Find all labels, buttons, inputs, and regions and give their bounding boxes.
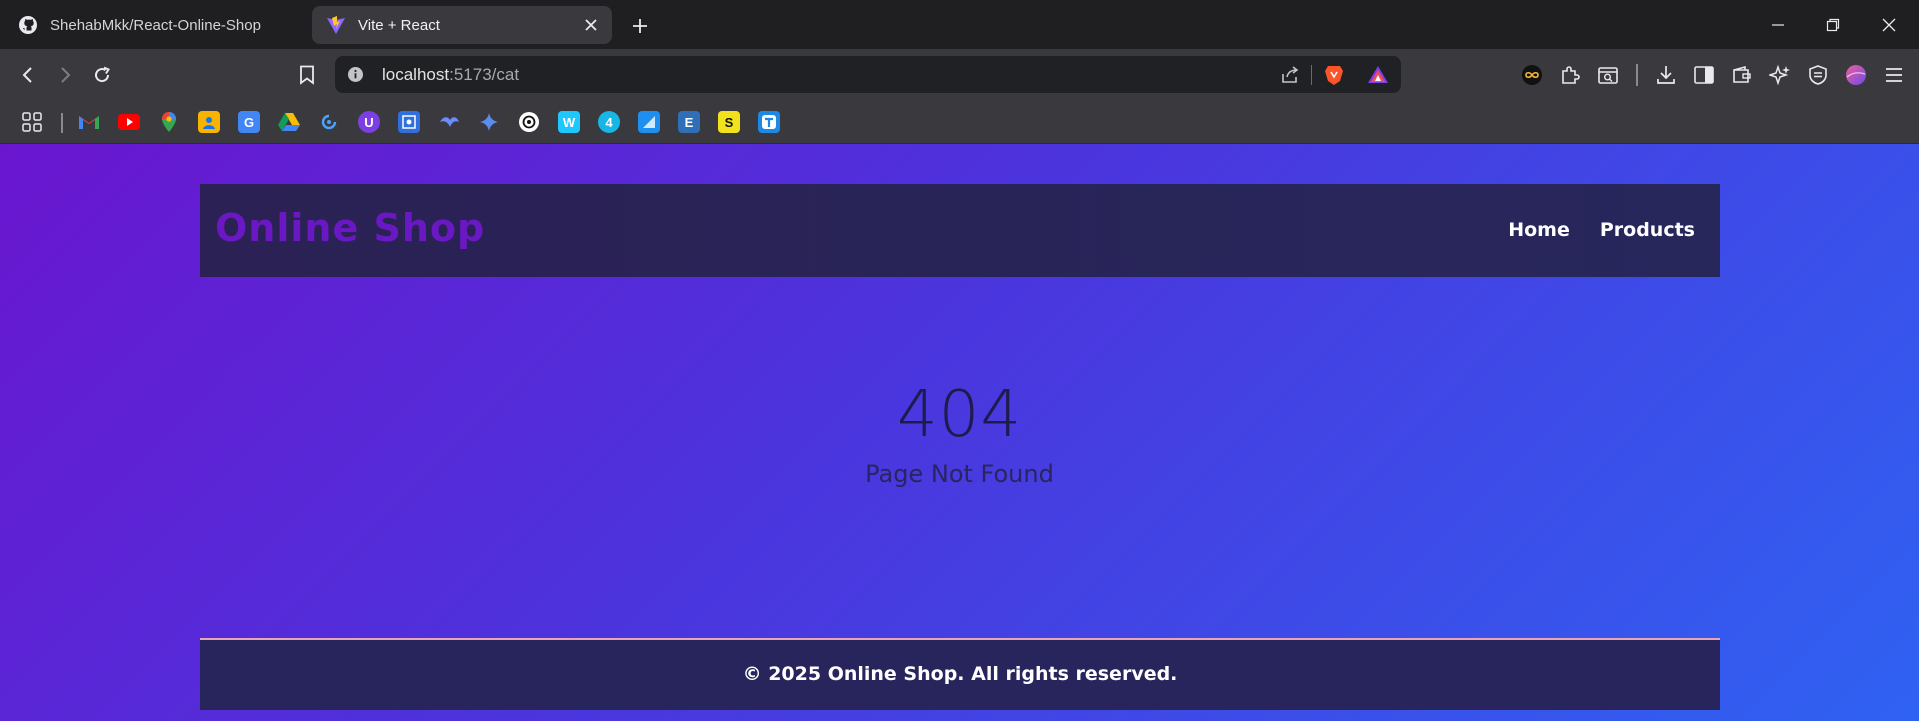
error-code: 404 — [896, 378, 1023, 452]
bookmarks-bar: G U W 4 E S — [0, 101, 1919, 144]
tab-search-icon[interactable] — [1595, 62, 1621, 88]
google-translate-icon[interactable]: G — [238, 111, 260, 133]
omnibox-divider — [1311, 65, 1312, 85]
google-drive-icon[interactable] — [278, 111, 300, 133]
bookmark-t-icon[interactable] — [758, 111, 780, 133]
nav-home-link[interactable]: Home — [1508, 219, 1570, 241]
google-contacts-icon[interactable] — [198, 111, 220, 133]
leo-ai-icon[interactable] — [1767, 62, 1793, 88]
reload-icon[interactable] — [88, 61, 116, 89]
tab-title: Vite + React — [358, 16, 440, 34]
bookmark-icon[interactable] — [293, 61, 321, 89]
site-footer: © 2025 Online Shop. All rights reserved. — [200, 638, 1720, 710]
bookmark-4-icon[interactable]: 4 — [598, 111, 620, 133]
bookmark-w-icon[interactable]: W — [558, 111, 580, 133]
browser-toolbar: localhost:5173/cat — [0, 49, 1919, 101]
bookmark-bluebook-icon[interactable] — [638, 111, 660, 133]
tab-title: ShehabMkk/React-Online-Shop — [50, 16, 261, 34]
error-message: Page Not Found — [865, 460, 1054, 488]
bookmark-s-icon[interactable]: S — [718, 111, 740, 133]
github-icon — [18, 15, 38, 35]
apps-grid-icon[interactable] — [21, 111, 43, 133]
google-maps-icon[interactable] — [158, 111, 180, 133]
site-logo[interactable]: Online Shop — [215, 206, 485, 250]
main-nav: Home Products — [1508, 219, 1695, 241]
url-text: localhost:5173/cat — [382, 65, 519, 85]
udemy-icon[interactable]: U — [358, 111, 380, 133]
sidebar-icon[interactable] — [1691, 62, 1717, 88]
chatgpt-icon[interactable] — [518, 111, 540, 133]
back-icon[interactable] — [14, 61, 42, 89]
menu-icon[interactable] — [1881, 62, 1907, 88]
brave-rewards-icon[interactable] — [1366, 63, 1390, 87]
not-found-section: 404 Page Not Found — [0, 376, 1919, 488]
wallet-icon[interactable] — [1729, 62, 1755, 88]
tab-vite-react[interactable]: Vite + React — [312, 6, 612, 44]
vpn-shield-icon[interactable] — [1805, 62, 1831, 88]
tab-strip: ShehabMkk/React-Online-Shop Vite + React — [0, 0, 1919, 49]
address-bar[interactable]: localhost:5173/cat — [335, 56, 1401, 93]
bookmark-grid-icon[interactable] — [398, 111, 420, 133]
bookmark-bird-icon[interactable] — [438, 111, 460, 133]
extensions-icon[interactable] — [1557, 62, 1583, 88]
new-tab-button[interactable] — [626, 12, 654, 40]
tab-github[interactable]: ShehabMkk/React-Online-Shop — [8, 6, 308, 44]
gemini-icon[interactable] — [478, 111, 500, 133]
bookmark-sync-icon[interactable] — [318, 111, 340, 133]
profile-avatar-icon[interactable] — [1843, 62, 1869, 88]
extension-infinity-icon[interactable] — [1519, 62, 1545, 88]
share-icon[interactable] — [1278, 63, 1302, 87]
brave-shields-icon[interactable] — [1322, 63, 1346, 87]
url-host: localhost — [382, 65, 450, 84]
forward-icon[interactable] — [51, 61, 79, 89]
toolbar-divider — [1636, 64, 1638, 86]
minimize-icon[interactable] — [1763, 10, 1793, 40]
download-icon[interactable] — [1653, 62, 1679, 88]
url-path: :5173/cat — [449, 65, 520, 84]
vite-icon — [326, 15, 346, 35]
nav-products-link[interactable]: Products — [1600, 219, 1695, 241]
bookmark-e-icon[interactable]: E — [678, 111, 700, 133]
site-header: Online Shop Home Products — [200, 184, 1720, 277]
page-viewport: Online Shop Home Products 404 Page Not F… — [0, 144, 1919, 721]
close-window-icon[interactable] — [1874, 10, 1904, 40]
bookmarks-divider — [61, 113, 63, 133]
gmail-icon[interactable] — [78, 111, 100, 133]
youtube-icon[interactable] — [118, 111, 140, 133]
close-tab-icon[interactable] — [580, 14, 602, 36]
site-info-icon[interactable] — [347, 66, 364, 83]
restore-icon[interactable] — [1818, 10, 1848, 40]
footer-text: © 2025 Online Shop. All rights reserved. — [742, 663, 1178, 685]
